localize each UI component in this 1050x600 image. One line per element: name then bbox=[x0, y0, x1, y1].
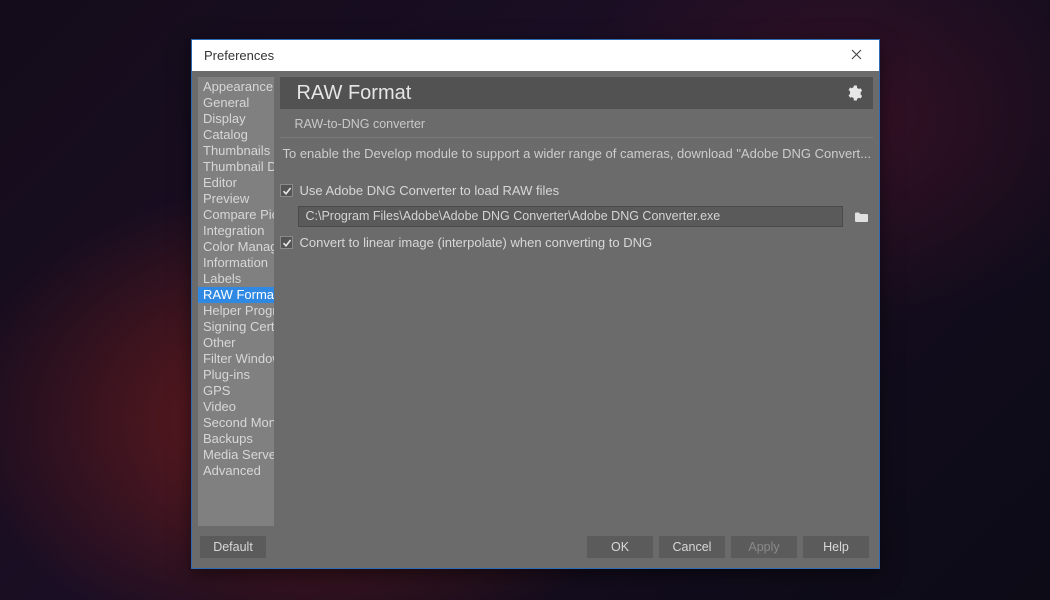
sidebar-item[interactable]: RAW Format bbox=[198, 287, 274, 303]
sidebar-item[interactable]: Advanced bbox=[198, 463, 274, 479]
sidebar-item[interactable]: Media Server bbox=[198, 447, 274, 463]
folder-icon bbox=[854, 211, 869, 223]
default-button[interactable]: Default bbox=[200, 536, 266, 558]
sidebar-item[interactable]: Color Management bbox=[198, 239, 274, 255]
help-button[interactable]: Help bbox=[803, 536, 869, 558]
section-underline bbox=[280, 137, 873, 138]
section-description: To enable the Develop module to support … bbox=[280, 146, 873, 167]
sidebar-item[interactable]: Backups bbox=[198, 431, 274, 447]
sidebar-item[interactable]: Catalog bbox=[198, 127, 274, 143]
sidebar-item[interactable]: Other bbox=[198, 335, 274, 351]
sidebar-item[interactable]: Editor bbox=[198, 175, 274, 191]
close-button[interactable] bbox=[837, 40, 875, 71]
checkbox-convert-linear[interactable]: Convert to linear image (interpolate) wh… bbox=[280, 233, 873, 252]
preferences-dialog: Preferences AppearanceGeneralDisplayCata… bbox=[191, 39, 880, 569]
titlebar: Preferences bbox=[192, 40, 879, 71]
content-pane: RAW Format RAW-to-DNG converter To enabl… bbox=[280, 77, 873, 526]
section-label: RAW-to-DNG converter bbox=[280, 113, 873, 133]
sidebar-item[interactable]: Compare Pictures bbox=[198, 207, 274, 223]
sidebar-item[interactable]: Helper Programs bbox=[198, 303, 274, 319]
converter-path-input[interactable]: C:\Program Files\Adobe\Adobe DNG Convert… bbox=[298, 206, 843, 227]
ok-button[interactable]: OK bbox=[587, 536, 653, 558]
sidebar-item[interactable]: Second Monitor bbox=[198, 415, 274, 431]
checkbox-use-dng-converter[interactable]: Use Adobe DNG Converter to load RAW file… bbox=[280, 181, 873, 200]
dialog-footer: Default OK Cancel Apply Help bbox=[192, 532, 879, 568]
sidebar-item[interactable]: Thumbnail Descriptions bbox=[198, 159, 274, 175]
content-header: RAW Format bbox=[280, 77, 873, 109]
gear-icon bbox=[845, 84, 863, 102]
checkbox-icon bbox=[280, 236, 293, 249]
browse-button[interactable] bbox=[849, 206, 873, 227]
apply-button: Apply bbox=[731, 536, 797, 558]
cancel-button[interactable]: Cancel bbox=[659, 536, 725, 558]
checkbox-icon bbox=[280, 184, 293, 197]
sidebar-item[interactable]: Video bbox=[198, 399, 274, 415]
checkbox-label: Use Adobe DNG Converter to load RAW file… bbox=[299, 183, 559, 198]
settings-gear-button[interactable] bbox=[845, 84, 863, 102]
sidebar-item[interactable]: Display bbox=[198, 111, 274, 127]
category-sidebar[interactable]: AppearanceGeneralDisplayCatalogThumbnail… bbox=[198, 77, 274, 526]
sidebar-item[interactable]: Labels bbox=[198, 271, 274, 287]
checkbox-label: Convert to linear image (interpolate) wh… bbox=[299, 235, 652, 250]
sidebar-item[interactable]: Thumbnails bbox=[198, 143, 274, 159]
sidebar-item[interactable]: Plug-ins bbox=[198, 367, 274, 383]
sidebar-item[interactable]: Information bbox=[198, 255, 274, 271]
sidebar-item[interactable]: General bbox=[198, 95, 274, 111]
sidebar-item[interactable]: Preview bbox=[198, 191, 274, 207]
window-title: Preferences bbox=[204, 48, 274, 63]
page-title: RAW Format bbox=[296, 82, 411, 105]
sidebar-item[interactable]: Signing Certificates bbox=[198, 319, 274, 335]
sidebar-item[interactable]: Integration bbox=[198, 223, 274, 239]
sidebar-item[interactable]: Appearance bbox=[198, 79, 274, 95]
sidebar-item[interactable]: Filter Windows bbox=[198, 351, 274, 367]
sidebar-item[interactable]: GPS bbox=[198, 383, 274, 399]
close-icon bbox=[851, 48, 862, 63]
